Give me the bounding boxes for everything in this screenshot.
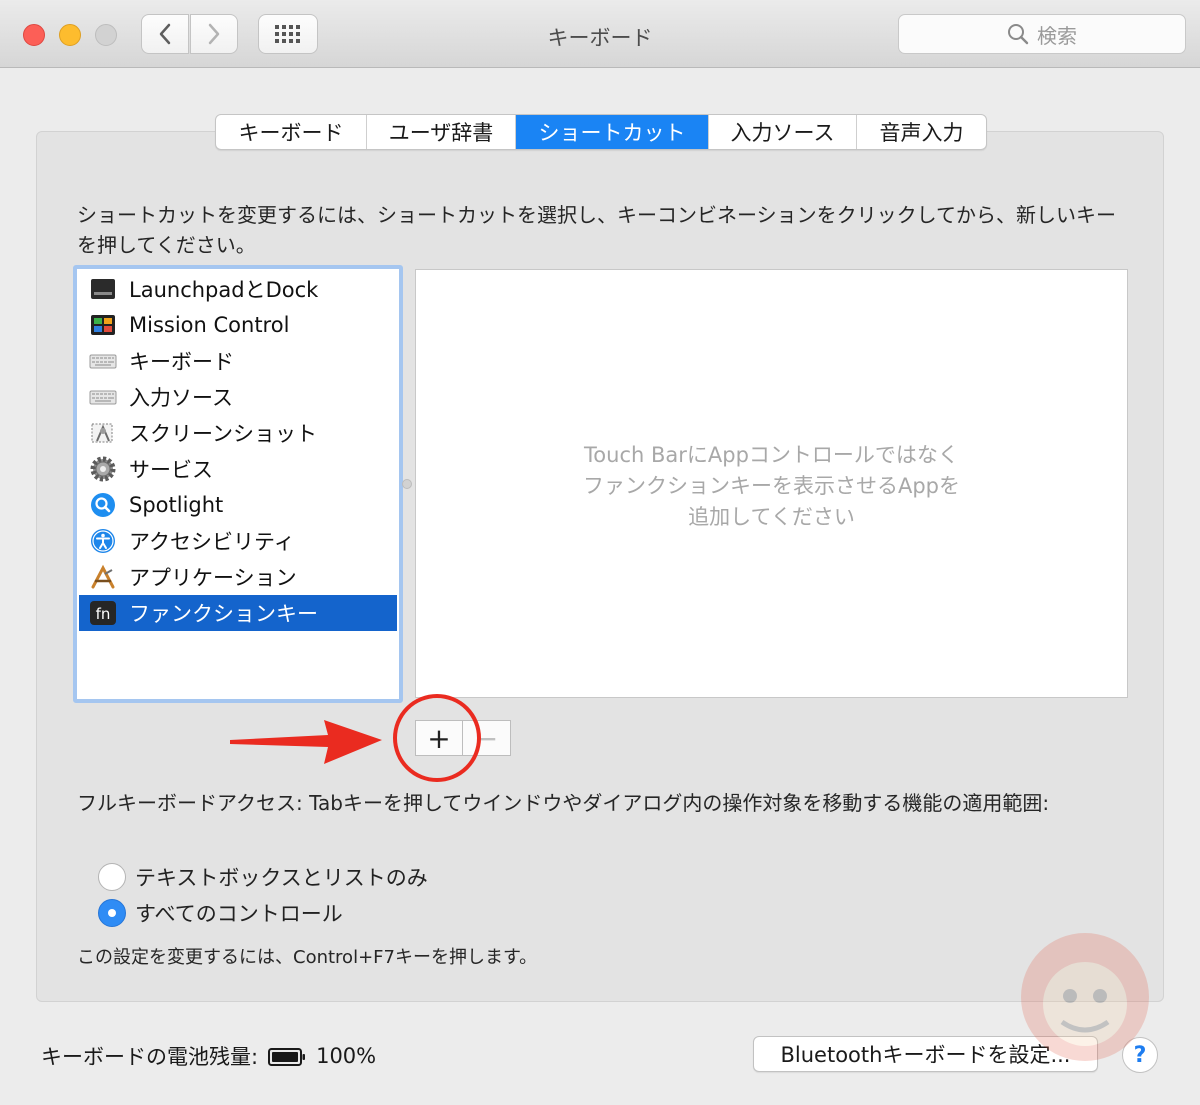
empty-state-message: Touch BarにAppコントロールではなく ファンクションキーを表示させるA… — [416, 440, 1127, 533]
empty-state-line: Touch BarにAppコントロールではなく — [584, 443, 959, 467]
keyboard-icon — [89, 347, 117, 375]
category-label: 入力ソース — [129, 386, 233, 410]
search-icon — [1008, 24, 1029, 45]
spotlight-icon — [89, 491, 117, 519]
category-launchpad-dock[interactable]: LaunchpadとDock — [79, 271, 397, 307]
category-screenshots[interactable]: スクリーンショット — [79, 415, 397, 451]
tab-bar: キーボード ユーザ辞書 ショートカット 入力ソース 音声入力 — [215, 114, 987, 150]
tab-input-sources[interactable]: 入力ソース — [709, 115, 857, 149]
title-bar: キーボード 検索 — [0, 0, 1200, 68]
category-label: サービス — [129, 458, 213, 482]
battery-label: キーボードの電池残量: — [41, 1045, 259, 1069]
category-label: Spotlight — [129, 493, 224, 517]
battery-value: 100% — [316, 1044, 377, 1068]
search-input[interactable]: 検索 — [898, 14, 1186, 54]
category-function-keys[interactable]: fn ファンクションキー — [79, 595, 397, 631]
app-list-panel[interactable]: Touch BarにAppコントロールではなく ファンクションキーを表示させるA… — [415, 269, 1128, 698]
radio-button[interactable] — [98, 899, 126, 927]
keyboard-battery-status: キーボードの電池残量: 100% — [41, 1040, 376, 1072]
app-store-icon — [89, 563, 117, 591]
category-label: スクリーンショット — [129, 422, 317, 446]
radio-label: テキストボックスとリストのみ — [135, 866, 428, 890]
shortcut-instructions: ショートカットを変更するには、ショートカットを選択し、キーコンビネーションをクリ… — [77, 203, 1116, 257]
radio-text-boxes-lists[interactable]: テキストボックスとリストのみ — [98, 862, 428, 892]
keyboard-access-hint: この設定を変更するには、Control+F7キーを押します。 — [77, 947, 538, 968]
radio-label: すべてのコントロール — [135, 902, 343, 926]
category-spotlight[interactable]: Spotlight — [79, 487, 397, 523]
category-mission-control[interactable]: Mission Control — [79, 307, 397, 343]
tab-dictation[interactable]: 音声入力 — [857, 115, 986, 149]
search-placeholder: 検索 — [1037, 23, 1077, 48]
split-view-divider[interactable] — [402, 479, 412, 489]
shortcut-category-list[interactable]: LaunchpadとDock Mission Control キーボード 入力ソ… — [73, 265, 403, 703]
category-label: アクセシビリティ — [129, 530, 295, 554]
annotation-circle — [393, 694, 481, 782]
empty-state-line: ファンクションキーを表示させるAppを — [582, 474, 961, 498]
category-label: Mission Control — [129, 313, 290, 337]
category-services[interactable]: サービス — [79, 451, 397, 487]
tab-user-dictionary[interactable]: ユーザ辞書 — [367, 115, 516, 149]
radio-all-controls[interactable]: すべてのコントロール — [98, 898, 343, 928]
battery-icon — [268, 1047, 306, 1066]
full-keyboard-access-label: フルキーボードアクセス: Tabキーを押してウインドウやダイアログ内の操作対象を… — [77, 791, 1050, 815]
category-keyboard[interactable]: キーボード — [79, 343, 397, 379]
mission-control-icon — [89, 311, 117, 339]
watermark-logo-icon — [1021, 933, 1149, 1061]
category-label: ファンクションキー — [129, 602, 318, 626]
category-input-sources[interactable]: 入力ソース — [79, 379, 397, 415]
category-accessibility[interactable]: アクセシビリティ — [79, 523, 397, 559]
annotation-arrow-icon — [230, 720, 382, 764]
fn-key-icon: fn — [89, 599, 117, 627]
category-label: アプリケーション — [129, 566, 297, 590]
category-app-shortcuts[interactable]: アプリケーション — [79, 559, 397, 595]
screenshot-icon — [89, 419, 117, 447]
launchpad-icon — [89, 275, 117, 303]
accessibility-icon — [89, 527, 117, 555]
svg-text:fn: fn — [96, 605, 111, 623]
empty-state-line: 追加してください — [688, 505, 855, 529]
tab-keyboard[interactable]: キーボード — [216, 115, 367, 149]
category-label: LaunchpadとDock — [129, 278, 319, 302]
tab-shortcuts[interactable]: ショートカット — [516, 115, 709, 149]
gear-icon — [89, 455, 117, 483]
radio-button[interactable] — [98, 863, 126, 891]
input-source-icon — [89, 383, 117, 411]
category-label: キーボード — [129, 350, 234, 374]
